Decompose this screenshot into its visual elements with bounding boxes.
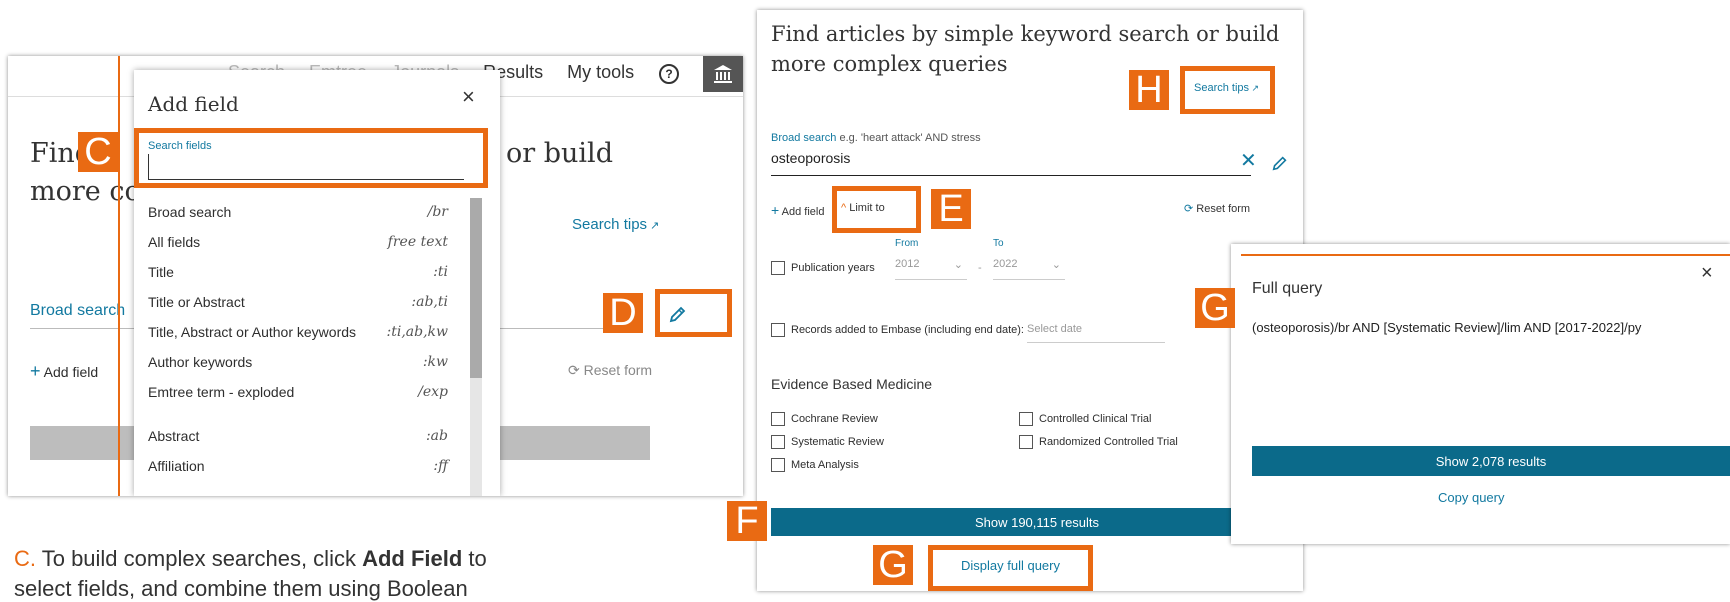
full-query-text: (osteoporosis)/br AND [Systematic Review… [1252, 320, 1642, 335]
field-item-title-or-abstract[interactable]: Title or Abstract:ab,ti [148, 294, 448, 310]
badge-d: D [603, 293, 643, 333]
randomized-controlled-trial-checkbox[interactable] [1019, 435, 1033, 449]
full-query-panel: × Full query (osteoporosis)/br AND [Syst… [1231, 244, 1730, 544]
from-year-select[interactable]: 2012 ⌄ [895, 258, 967, 280]
middle-heading-line1: Find articles by simple keyword search o… [771, 22, 1280, 46]
left-screenshot-panel: Search Emtree Journals Results My tools … [8, 56, 743, 496]
year-dash: - [978, 262, 982, 274]
field-item-broad-search[interactable]: Broad search/br [148, 204, 448, 220]
highlight-search-tips [1180, 66, 1275, 114]
systematic-review-checkbox[interactable] [771, 435, 785, 449]
badge-g-middle: G [873, 545, 913, 585]
add-field-button[interactable]: + Add field [30, 361, 98, 382]
highlight-display-full-query [928, 545, 1093, 591]
field-item-emtree-exploded[interactable]: Emtree term - exploded/exp [148, 384, 448, 400]
field-item-title[interactable]: Title:ti [148, 264, 448, 280]
dropdown-scrollbar-thumb[interactable] [470, 198, 482, 378]
copy-query-link[interactable]: Copy query [1438, 490, 1504, 505]
broad-search-input[interactable]: osteoporosis [771, 150, 1251, 176]
controlled-clinical-trial-checkbox[interactable] [1019, 412, 1033, 426]
highlight-edit-pencil [655, 289, 732, 337]
dropdown-title: Add field [148, 92, 239, 116]
dropdown-scrollbar-track[interactable] [470, 198, 482, 496]
ebm-heading: Evidence Based Medicine [771, 376, 933, 392]
caption-text: C. To build complex searches, click Add … [14, 546, 487, 571]
records-added-label: Records added to Embase (including end d… [791, 324, 1024, 336]
show-2078-results-button[interactable]: Show 2,078 results [1252, 446, 1730, 476]
show-results-button[interactable]: Show 190,115 results [771, 508, 1303, 536]
refresh-icon: ⟳ [1184, 203, 1194, 215]
broad-search-label: Broad search [30, 302, 126, 319]
to-label: To [993, 238, 1004, 249]
reset-form-button[interactable]: ⟳ Reset form [568, 362, 652, 379]
bank-icon[interactable] [703, 56, 743, 92]
page-heading-end: or build [506, 138, 613, 169]
badge-h: H [1129, 70, 1169, 110]
chevron-down-icon: ⌄ [1051, 259, 1061, 271]
full-query-close-icon[interactable]: × [1701, 262, 1713, 285]
controlled-clinical-trial-label: Controlled Clinical Trial [1039, 413, 1152, 425]
records-added-checkbox[interactable] [771, 323, 785, 337]
help-circle-icon[interactable]: ? [659, 64, 679, 84]
page-heading-line2: more co [30, 176, 141, 207]
dropdown-orange-border [118, 56, 120, 496]
badge-c: C [78, 132, 118, 172]
full-query-top-border [1241, 254, 1730, 256]
badge-g-right: G [1195, 288, 1235, 328]
middle-edit-pencil-icon[interactable] [1271, 154, 1289, 172]
badge-f: F [727, 501, 767, 541]
full-query-title: Full query [1252, 280, 1323, 297]
clear-search-icon[interactable]: ✕ [1240, 148, 1257, 173]
cochrane-review-checkbox[interactable] [771, 412, 785, 426]
select-date-input[interactable]: Select date [1027, 323, 1165, 343]
nav-my-tools[interactable]: My tools [567, 62, 634, 92]
middle-reset-form-button[interactable]: ⟳ Reset form [1184, 202, 1250, 215]
dropdown-close-icon[interactable]: × [462, 84, 475, 110]
caption-line2: select fields, and combine them using Bo… [14, 576, 468, 601]
field-item-abstract[interactable]: Abstract:ab [148, 428, 448, 444]
field-item-title-abstract-keywords[interactable]: Title, Abstract or Author keywords:ti,ab… [148, 324, 448, 340]
field-item-affiliation[interactable]: Affiliation:ff [148, 458, 448, 474]
publication-years-label: Publication years [791, 262, 875, 274]
highlight-limit-to [832, 186, 921, 233]
chevron-down-icon: ⌄ [953, 259, 963, 271]
middle-heading-line2: more complex queries [771, 52, 1008, 76]
search-tips-link[interactable]: Search tips ↗ [572, 216, 659, 233]
highlight-search-fields [134, 128, 488, 188]
badge-e: E [931, 189, 971, 229]
publication-years-checkbox[interactable] [771, 261, 785, 275]
from-label: From [895, 238, 919, 249]
systematic-review-label: Systematic Review [791, 436, 884, 448]
to-year-select[interactable]: 2022 ⌄ [993, 258, 1065, 280]
cochrane-review-label: Cochrane Review [791, 413, 878, 425]
refresh-icon: ⟳ [568, 362, 580, 378]
field-item-all-fields[interactable]: All fields free text [148, 234, 448, 250]
meta-analysis-checkbox[interactable] [771, 458, 785, 472]
caption-letter: C. [14, 546, 36, 571]
randomized-controlled-trial-label: Randomized Controlled Trial [1039, 436, 1178, 448]
field-item-author-keywords[interactable]: Author keywords:kw [148, 354, 448, 370]
middle-add-field-button[interactable]: + Add field [771, 202, 824, 218]
meta-analysis-label: Meta Analysis [791, 459, 859, 471]
broad-search-hint: Broad search e.g. 'heart attack' AND str… [771, 132, 981, 144]
